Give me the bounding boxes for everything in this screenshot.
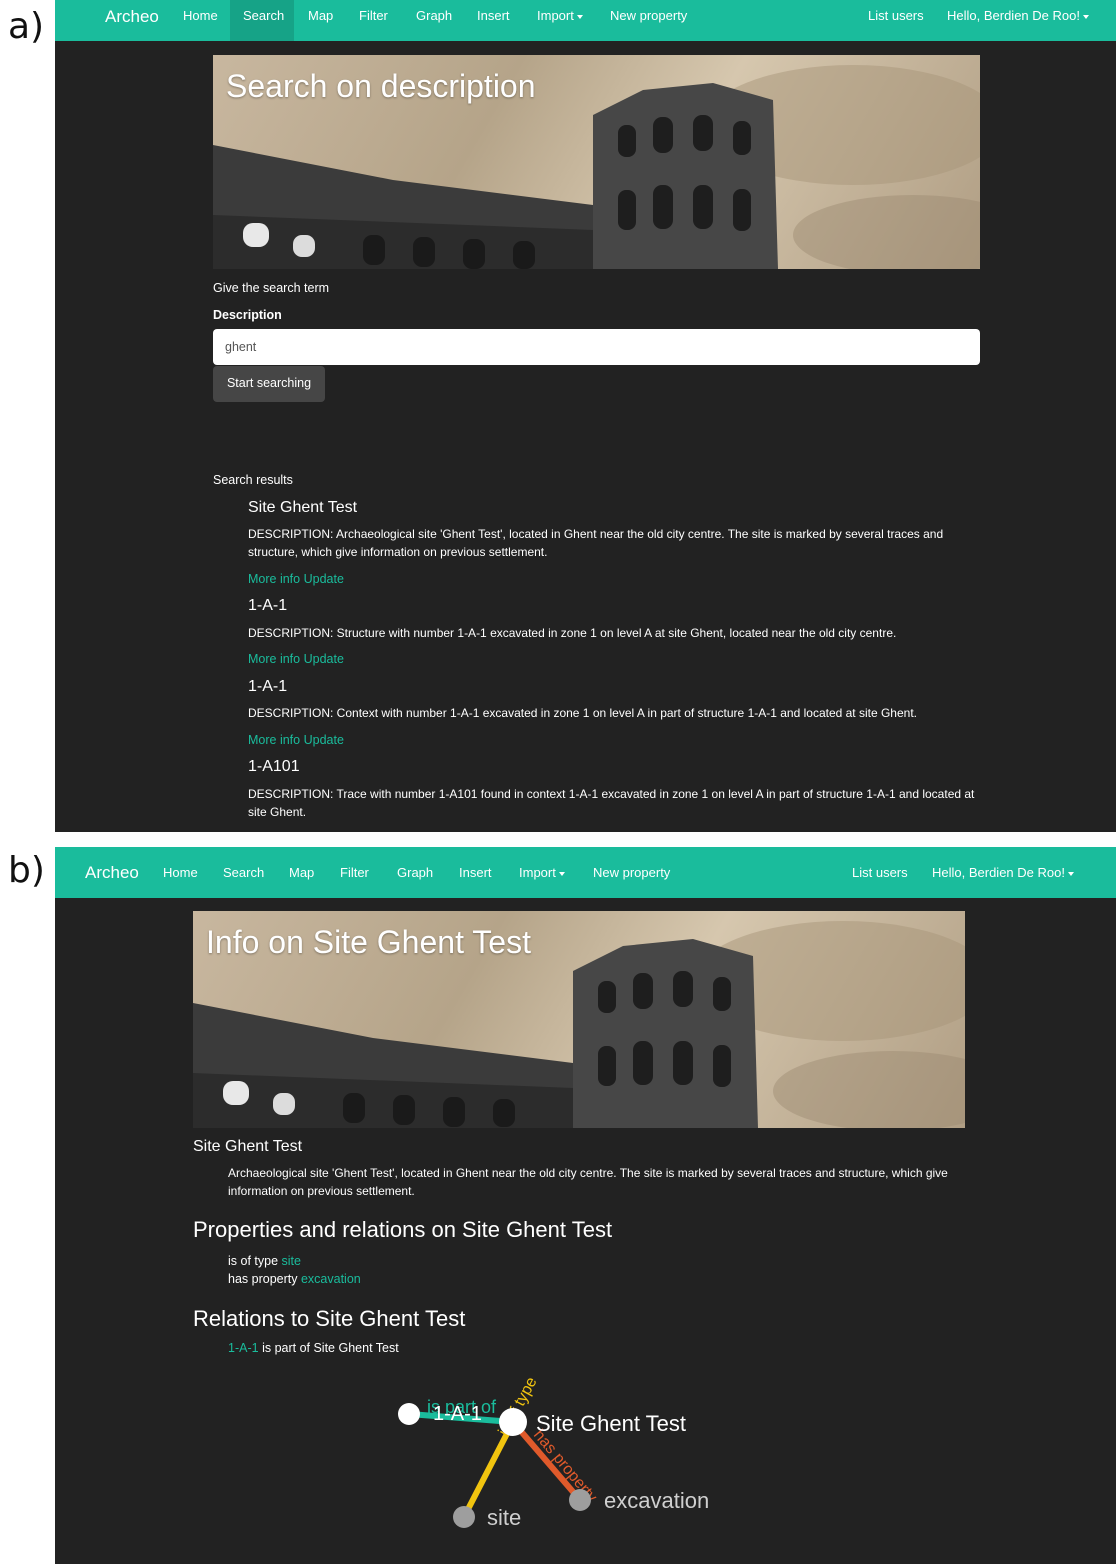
navbar: Archeo Home Search Map Filter Graph Inse…	[55, 0, 1116, 41]
nav-user-menu[interactable]: Hello, Berdien De Roo!	[947, 8, 1089, 23]
result-description: DESCRIPTION: Context with number 1-A-1 e…	[248, 706, 917, 720]
update-link[interactable]: Update	[304, 652, 344, 666]
screen-info-page: Archeo Home Search Map Filter Graph Inse…	[55, 847, 1116, 1564]
result-actions: More info Update	[248, 652, 344, 666]
panel-b-label: b)	[8, 850, 45, 891]
node-excavation	[569, 1489, 591, 1511]
result-title: Site Ghent Test	[248, 499, 358, 516]
node-label-1-a-1: 1-A-1	[433, 1403, 482, 1425]
nav-home[interactable]: Home	[183, 8, 218, 23]
nav-list-users[interactable]: List users	[868, 8, 924, 23]
relation-graph[interactable]: is part of is of type has property 1-A-1…	[55, 847, 1116, 1564]
result-title: 1-A-1	[248, 597, 288, 614]
nav-user-label: Hello, Berdien De Roo!	[947, 8, 1080, 23]
more-info-link[interactable]: More info	[248, 572, 300, 586]
node-label-site: site	[487, 1505, 521, 1530]
nav-filter[interactable]: Filter	[359, 8, 388, 23]
nav-search-label: Search	[243, 8, 285, 23]
nav-new-property[interactable]: New property	[610, 8, 687, 23]
description-field-label: Description	[213, 308, 282, 322]
nav-map[interactable]: Map	[308, 8, 333, 23]
start-searching-label: Start searching	[226, 376, 312, 390]
edge-label-has-property: has property	[530, 1427, 600, 1506]
update-link[interactable]: Update	[304, 733, 344, 747]
screen-search-page: Archeo Home Search Map Filter Graph Inse…	[55, 0, 1116, 832]
description-search-input[interactable]	[213, 329, 980, 365]
result-title: 1-A101	[248, 758, 300, 775]
result-actions: More info Update	[248, 733, 344, 747]
nav-import-dropdown[interactable]: Import	[537, 8, 583, 23]
panel-a-label: a)	[8, 6, 45, 47]
nav-brand[interactable]: Archeo	[105, 7, 159, 27]
node-site	[453, 1506, 475, 1528]
more-info-link[interactable]: More info	[248, 733, 300, 747]
search-results-heading: Search results	[213, 473, 293, 487]
search-prompt: Give the search term	[213, 281, 330, 295]
result-actions: More info Update	[248, 572, 344, 586]
hero-banner: Search on description	[213, 55, 980, 269]
nav-import-label: Import	[537, 8, 574, 23]
more-info-link[interactable]: More info	[248, 652, 300, 666]
result-description: DESCRIPTION: Trace with number 1-A101 fo…	[248, 787, 975, 819]
node-1-a-1	[398, 1403, 420, 1425]
start-searching-button[interactable]: Start searching	[213, 366, 325, 402]
result-description: DESCRIPTION: Archaeological site 'Ghent …	[248, 527, 944, 559]
result-description: DESCRIPTION: Structure with number 1-A-1…	[248, 626, 897, 640]
chevron-down-icon	[576, 14, 583, 19]
nav-search-active[interactable]: Search	[230, 0, 294, 41]
nav-graph[interactable]: Graph	[416, 8, 452, 23]
page-title: Search on description	[226, 68, 536, 104]
node-site-ghent-test	[499, 1408, 527, 1436]
node-label-site-ghent-test: Site Ghent Test	[536, 1411, 686, 1436]
chevron-down-icon	[1082, 14, 1089, 19]
node-label-excavation: excavation	[604, 1488, 709, 1513]
result-title: 1-A-1	[248, 678, 288, 695]
update-link[interactable]: Update	[304, 572, 344, 586]
nav-insert[interactable]: Insert	[477, 8, 510, 23]
